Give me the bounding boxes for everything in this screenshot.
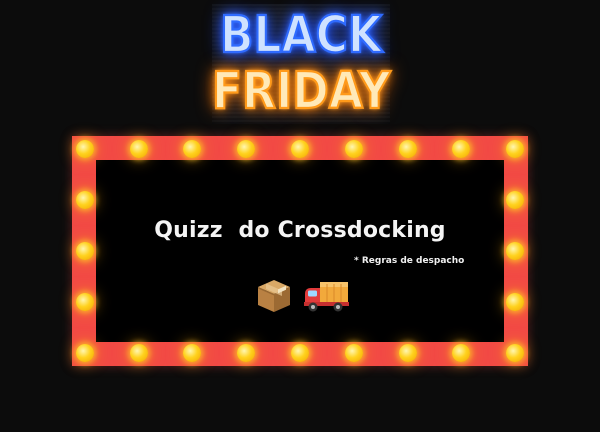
marquee-bulb	[130, 344, 148, 362]
marquee-bulb	[399, 140, 417, 158]
marquee-bulb	[237, 344, 255, 362]
marquee-bulb	[76, 293, 94, 311]
quiz-title: Quizz do Crossdocking	[154, 218, 446, 243]
marquee-bulb	[506, 140, 524, 158]
marquee-bulb	[452, 344, 470, 362]
package-icon	[258, 280, 290, 312]
banner-line-friday: FRIDAY	[211, 62, 392, 121]
marquee-bulb	[76, 191, 94, 209]
banner-line-black: BLACK	[219, 6, 383, 65]
marquee-bulb	[237, 140, 255, 158]
marquee-bulb	[76, 242, 94, 260]
black-friday-neon-sign: BLACK FRIDAY	[211, 4, 392, 124]
marquee-bulb	[291, 344, 309, 362]
marquee-bulb	[76, 140, 94, 158]
shipping-rules-note: * Regras de despacho	[354, 256, 465, 266]
icon-row	[254, 276, 350, 316]
marquee-frame	[72, 136, 528, 366]
marquee-bulb	[183, 140, 201, 158]
marquee-bulb	[76, 344, 94, 362]
marquee-bulb	[399, 344, 417, 362]
delivery-truck-icon	[304, 282, 349, 312]
page: BLACK FRIDAY Quizz do Crossdocking * Reg…	[0, 0, 600, 432]
marquee-bulb	[506, 293, 524, 311]
marquee-bulb	[183, 344, 201, 362]
marquee-bulb	[506, 344, 524, 362]
marquee-bulb	[130, 140, 148, 158]
marquee-bulb	[452, 140, 470, 158]
marquee-bulb	[506, 242, 524, 260]
marquee-bulb	[291, 140, 309, 158]
marquee-bulb	[345, 344, 363, 362]
marquee-bulb	[345, 140, 363, 158]
marquee-bulb	[506, 191, 524, 209]
